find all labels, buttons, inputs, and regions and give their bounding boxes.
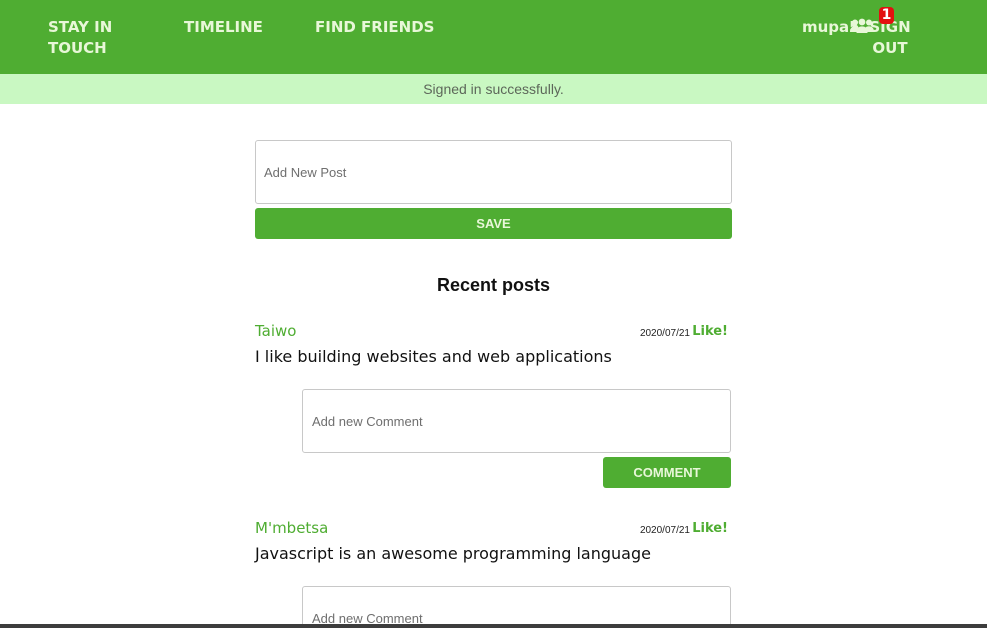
nav-timeline-link[interactable]: TIMELINE <box>184 17 263 38</box>
new-post-input[interactable] <box>255 140 732 204</box>
notification-badge[interactable]: 1 <box>879 7 894 24</box>
recent-posts-title: Recent posts <box>436 275 551 295</box>
brand-link[interactable]: STAY IN TOUCH <box>48 17 138 59</box>
post-date: 2020/07/21 <box>639 328 690 339</box>
nav-find-friends-link[interactable]: FIND FRIENDS <box>315 17 435 38</box>
post-content: Javascript is an awesome programming lan… <box>255 544 651 563</box>
comment-button[interactable]: COMMENT <box>603 457 731 488</box>
window-bottom-edge <box>0 624 987 628</box>
post-author: M'mbetsa <box>255 519 329 537</box>
like-link[interactable]: Like! <box>692 521 728 537</box>
navbar: STAY IN TOUCH TIMELINE FIND FRIENDS mupa… <box>0 0 987 74</box>
flash-notice: Signed in successfully. <box>0 74 987 104</box>
post-author: Taiwo <box>255 322 297 340</box>
comment-input[interactable] <box>302 586 731 628</box>
post-date: 2020/07/21 <box>639 525 690 536</box>
post-content: I like building websites and web applica… <box>255 347 612 366</box>
comment-input[interactable] <box>302 389 731 453</box>
page: STAY IN TOUCH TIMELINE FIND FRIENDS mupa… <box>0 0 987 628</box>
like-link[interactable]: Like! <box>692 324 728 340</box>
save-button[interactable]: SAVE <box>255 208 732 239</box>
